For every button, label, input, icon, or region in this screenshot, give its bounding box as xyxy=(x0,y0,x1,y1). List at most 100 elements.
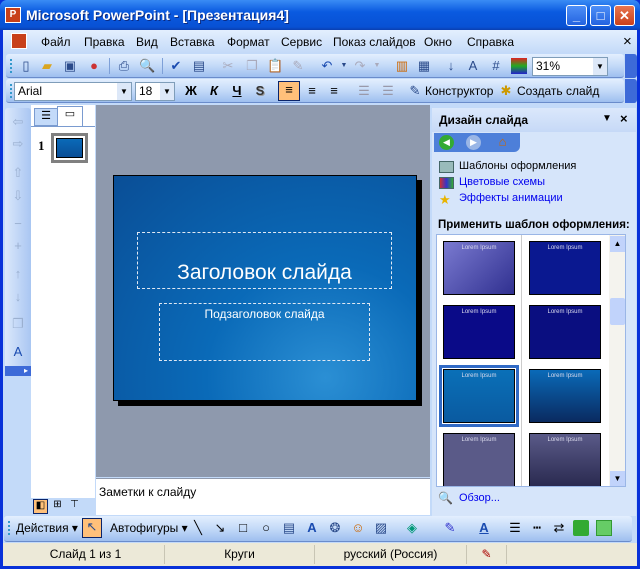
promote-icon[interactable]: ⇦ xyxy=(10,114,26,130)
template-thumbnail[interactable]: Lorem Ipsum xyxy=(529,433,601,486)
underline-button[interactable]: Ч xyxy=(229,83,245,99)
template-thumbnail[interactable]: Lorem Ipsum xyxy=(443,305,515,359)
save-icon[interactable]: ▣ xyxy=(62,58,78,74)
template-thumbnail-selected[interactable]: Lorem Ipsum xyxy=(439,365,519,427)
scroll-up-icon[interactable]: ▲ xyxy=(610,236,625,252)
spelling-icon[interactable]: ✔ xyxy=(168,58,184,74)
chevron-down-icon[interactable]: ▼ xyxy=(160,83,174,100)
arrow-style-icon[interactable]: ⇄ xyxy=(551,520,567,536)
tab-outline[interactable]: ☰ xyxy=(34,108,58,126)
new-slide-icon[interactable]: ✱ xyxy=(498,83,514,99)
demote-icon[interactable]: ⇨ xyxy=(10,136,26,152)
menu-slideshow[interactable]: Показ слайдов xyxy=(333,35,416,49)
notes-pane[interactable]: Заметки к слайду xyxy=(96,478,430,515)
font-color-icon[interactable]: A xyxy=(476,520,492,536)
line-color-icon[interactable]: ✎ xyxy=(442,520,458,536)
close-button[interactable]: ✕ xyxy=(614,5,635,26)
shadow-button[interactable]: S xyxy=(252,83,268,99)
task-pane-menu-icon[interactable]: ▼ xyxy=(602,113,612,124)
show-formatting-icon[interactable]: A xyxy=(465,58,481,74)
table-icon[interactable]: ▦ xyxy=(416,58,432,74)
maximize-button[interactable]: □ xyxy=(590,5,611,26)
paste-icon[interactable]: 📋 xyxy=(267,58,283,74)
collapse-icon[interactable]: − xyxy=(10,216,26,232)
menu-insert[interactable]: Вставка xyxy=(170,35,215,49)
template-thumbnail[interactable]: Lorem Ipsum xyxy=(529,241,601,295)
line-icon[interactable]: ╲ xyxy=(190,520,206,536)
zoom-combo[interactable]: 31% ▼ xyxy=(532,57,608,76)
move-up-icon[interactable]: ⇧ xyxy=(10,165,26,181)
subtitle-placeholder[interactable]: Подзаголовок слайда xyxy=(159,303,370,361)
toolbar-grip[interactable] xyxy=(8,521,10,535)
back-icon[interactable]: ◀ xyxy=(439,135,454,150)
document-icon[interactable] xyxy=(11,33,27,49)
menu-tools[interactable]: Сервис xyxy=(281,35,322,49)
format-painter-icon[interactable]: ✎ xyxy=(290,58,306,74)
link-animation-schemes[interactable]: Эффекты анимации xyxy=(459,192,563,204)
move-down-icon[interactable]: ⇩ xyxy=(10,188,26,204)
template-thumbnail[interactable]: Lorem Ipsum xyxy=(443,433,515,486)
menu-view[interactable]: Вид xyxy=(136,35,158,49)
link-color-schemes[interactable]: Цветовые схемы xyxy=(459,176,545,188)
align-right-button[interactable]: ≡ xyxy=(326,83,342,99)
autoshapes-menu[interactable]: Автофигуры ▾ xyxy=(110,521,188,535)
menu-window[interactable]: Окно xyxy=(424,35,452,49)
redo-icon[interactable]: ↷ xyxy=(352,58,368,74)
slide-canvas[interactable]: Заголовок слайда Подзаголовок слайда xyxy=(113,175,417,401)
diagram-icon[interactable]: ❂ xyxy=(327,520,343,536)
arrow-icon[interactable]: ↘ xyxy=(212,520,228,536)
show-formatting-icon[interactable]: A xyxy=(10,344,26,360)
powerpoint-icon[interactable]: P xyxy=(5,7,21,23)
home-icon[interactable]: ⌂ xyxy=(494,134,511,151)
grid-icon[interactable]: # xyxy=(488,58,504,74)
forward-icon[interactable]: ▶ xyxy=(466,135,481,150)
normal-view-button[interactable]: ◧ xyxy=(33,499,48,514)
link-design-templates[interactable]: Шаблоны оформления xyxy=(459,160,576,172)
open-icon[interactable]: ▰ xyxy=(39,58,55,74)
font-size-combo[interactable]: 18 ▼ xyxy=(135,82,175,101)
actions-menu[interactable]: Действия ▾ xyxy=(16,521,78,535)
clipart-icon[interactable]: ☺ xyxy=(350,520,366,536)
font-combo[interactable]: Arial ▼ xyxy=(14,82,132,101)
select-pointer-icon[interactable]: ↖ xyxy=(82,518,102,538)
dash-style-icon[interactable]: ┅ xyxy=(529,520,545,536)
summary-slide-icon[interactable]: ❐ xyxy=(10,316,26,332)
print-icon[interactable]: ⎙ xyxy=(116,58,132,74)
menu-help[interactable]: Справка xyxy=(467,35,514,49)
align-center-button[interactable]: ≡ xyxy=(304,83,320,99)
title-placeholder[interactable]: Заголовок слайда xyxy=(137,232,392,289)
toolbar-options-button[interactable] xyxy=(625,79,637,103)
scroll-down-icon[interactable]: ▼ xyxy=(610,471,625,486)
line-style-icon[interactable]: ☰ xyxy=(507,520,523,536)
tab-slides[interactable]: ▭ xyxy=(57,106,83,126)
permission-icon[interactable]: ● xyxy=(86,58,102,74)
color-grayscale-icon[interactable] xyxy=(511,58,527,74)
chevron-down-icon[interactable]: ▼ xyxy=(117,83,131,100)
menu-format[interactable]: Формат xyxy=(227,35,270,49)
task-pane-close-icon[interactable]: × xyxy=(620,111,628,126)
picture-icon[interactable]: ▨ xyxy=(373,520,389,536)
template-thumbnail[interactable]: Lorem Ipsum xyxy=(529,305,601,359)
research-icon[interactable]: ▤ xyxy=(191,58,207,74)
toolbar-options-button[interactable]: ▸ xyxy=(5,366,31,376)
gallery-scrollbar[interactable]: ▲ ▼ xyxy=(609,235,625,486)
new-slide-button[interactable]: Создать слайд xyxy=(517,84,599,98)
oval-icon[interactable]: ○ xyxy=(258,520,274,536)
undo-icon[interactable]: ↶ xyxy=(319,58,335,74)
slide-thumbnail[interactable] xyxy=(51,133,88,163)
italic-button[interactable]: К xyxy=(206,83,222,99)
chevron-down-icon[interactable]: ▼ xyxy=(593,58,607,75)
spelling-status-icon[interactable]: ✎ xyxy=(467,545,507,564)
template-thumbnail[interactable]: Lorem Ipsum xyxy=(529,369,601,423)
align-left-button[interactable]: ≡ xyxy=(278,81,300,101)
rectangle-icon[interactable]: □ xyxy=(235,520,251,536)
slideshow-button[interactable]: ⊤ xyxy=(67,499,82,514)
numbering-icon[interactable]: ☰ xyxy=(356,83,372,99)
close-document-button[interactable]: × xyxy=(623,33,632,50)
fill-color-icon[interactable]: ◈ xyxy=(404,520,420,536)
toolbar-grip[interactable] xyxy=(10,59,12,73)
designer-button[interactable]: Конструктор xyxy=(425,84,493,98)
expand-icon[interactable]: + xyxy=(10,238,26,254)
template-thumbnail[interactable]: Lorem Ipsum xyxy=(443,241,515,295)
toolbar-options-button[interactable] xyxy=(625,54,637,78)
